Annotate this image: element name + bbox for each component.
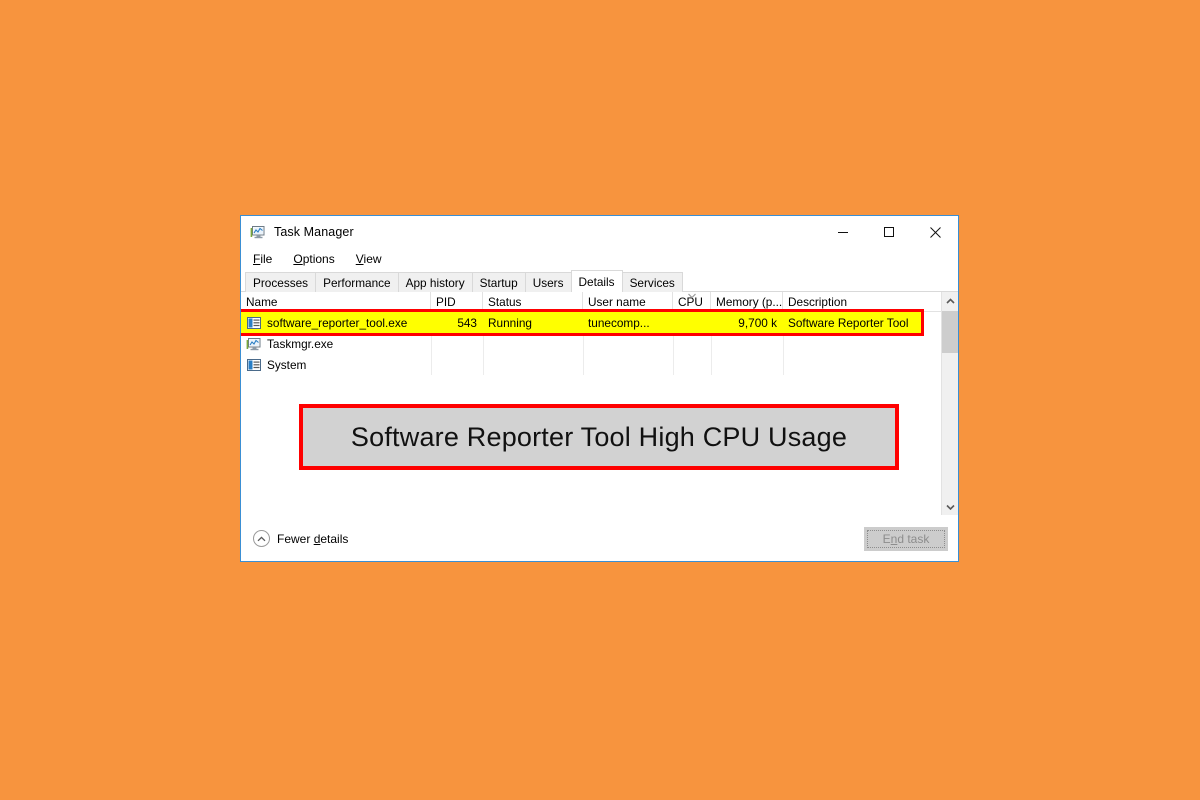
cell-status: Running xyxy=(488,315,532,330)
chevron-up-icon xyxy=(945,297,955,304)
column-header-user-name[interactable]: User name xyxy=(583,292,673,311)
cell-memory: 9,700 k xyxy=(738,315,777,330)
tab-label: Details xyxy=(578,274,615,289)
end-task-text-before: E xyxy=(882,531,891,546)
minimize-button[interactable] xyxy=(820,217,866,248)
menu-item-view[interactable]: View xyxy=(356,252,382,266)
column-label: Name xyxy=(246,294,278,309)
tab-services[interactable]: Services xyxy=(621,272,683,292)
scroll-up-button[interactable] xyxy=(942,292,958,309)
cell-user-name: tunecomp... xyxy=(588,315,650,330)
menu-item-file[interactable]: File xyxy=(253,252,272,266)
task-manager-icon xyxy=(246,336,262,352)
window-footer: Fewer details End task xyxy=(241,515,958,561)
cell-description: Software Reporter Tool xyxy=(788,315,909,330)
column-header-memory[interactable]: Memory (p... xyxy=(711,292,783,311)
window-title: Task Manager xyxy=(274,225,354,239)
task-manager-icon xyxy=(250,224,266,240)
menu-bar: File Options View xyxy=(241,248,958,270)
column-label: Description xyxy=(788,294,848,309)
fewer-details-button[interactable]: Fewer details xyxy=(253,530,348,547)
close-icon xyxy=(929,226,941,238)
menu-item-options[interactable]: Options xyxy=(293,252,334,266)
column-label: Status xyxy=(488,294,522,309)
column-label: User name xyxy=(588,294,646,309)
tab-label: Performance xyxy=(323,275,391,290)
table-row[interactable]: software_reporter_tool.exe 543 Running t… xyxy=(241,309,924,336)
overlay-text: Software Reporter Tool High CPU Usage xyxy=(350,421,848,452)
tab-details[interactable]: Details xyxy=(570,270,623,292)
fewer-details-text-before: Fewer xyxy=(277,531,314,546)
cell-name: software_reporter_tool.exe xyxy=(241,315,431,331)
column-header-pid[interactable]: PID xyxy=(431,292,483,311)
column-header-status[interactable]: Status xyxy=(483,292,583,311)
minimize-icon xyxy=(838,232,848,233)
tab-startup[interactable]: Startup xyxy=(471,272,526,292)
tab-label: Users xyxy=(532,275,564,290)
tab-bar: Processes Performance App history Startu… xyxy=(241,270,958,292)
tab-label: App history xyxy=(405,275,465,290)
chevron-down-icon xyxy=(945,504,955,510)
application-icon xyxy=(246,315,262,331)
process-name: Taskmgr.exe xyxy=(267,336,334,351)
cell-name: System xyxy=(241,357,431,373)
sort-descending-icon xyxy=(687,292,696,299)
cell-name: Taskmgr.exe xyxy=(241,336,431,352)
vertical-scrollbar[interactable] xyxy=(941,292,958,515)
table-row[interactable]: System xyxy=(241,354,958,375)
tab-label: Startup xyxy=(479,275,518,290)
fewer-details-text-after: etails xyxy=(320,531,349,546)
maximize-button[interactable] xyxy=(866,217,912,248)
tab-performance[interactable]: Performance xyxy=(315,272,399,292)
column-label: Memory (p... xyxy=(716,294,783,309)
task-manager-window: Task Manager File Options View Processes… xyxy=(240,215,959,562)
scrollbar-thumb[interactable] xyxy=(942,311,958,353)
scroll-down-button[interactable] xyxy=(942,498,958,515)
cell-pid: 543 xyxy=(457,315,477,330)
end-task-button[interactable]: End task xyxy=(864,526,948,551)
column-header-row: Name PID Status User name CPU Memory (p.… xyxy=(241,292,958,312)
process-name: software_reporter_tool.exe xyxy=(267,315,408,330)
scrollbar-track[interactable] xyxy=(942,309,958,498)
table-row[interactable]: Taskmgr.exe xyxy=(241,333,958,354)
tab-label: Services xyxy=(629,275,675,290)
tab-app-history[interactable]: App history xyxy=(397,272,473,292)
tab-users[interactable]: Users xyxy=(524,272,572,292)
column-header-name[interactable]: Name xyxy=(241,292,431,311)
tab-processes[interactable]: Processes xyxy=(245,272,317,292)
end-task-accel: n xyxy=(890,531,898,546)
overlay-banner: Software Reporter Tool High CPU Usage xyxy=(299,404,899,470)
process-name: System xyxy=(267,357,307,372)
end-task-text-after: d task xyxy=(897,531,930,546)
tab-label: Processes xyxy=(253,275,309,290)
title-bar[interactable]: Task Manager xyxy=(241,216,958,248)
chevron-up-circle-icon xyxy=(253,530,270,547)
close-button[interactable] xyxy=(912,217,958,248)
fewer-details-label: Fewer details xyxy=(277,532,348,546)
maximize-icon xyxy=(884,227,894,237)
application-icon xyxy=(246,357,262,373)
column-header-description[interactable]: Description xyxy=(783,292,943,311)
column-label: PID xyxy=(436,294,456,309)
column-header-cpu[interactable]: CPU xyxy=(673,292,711,311)
